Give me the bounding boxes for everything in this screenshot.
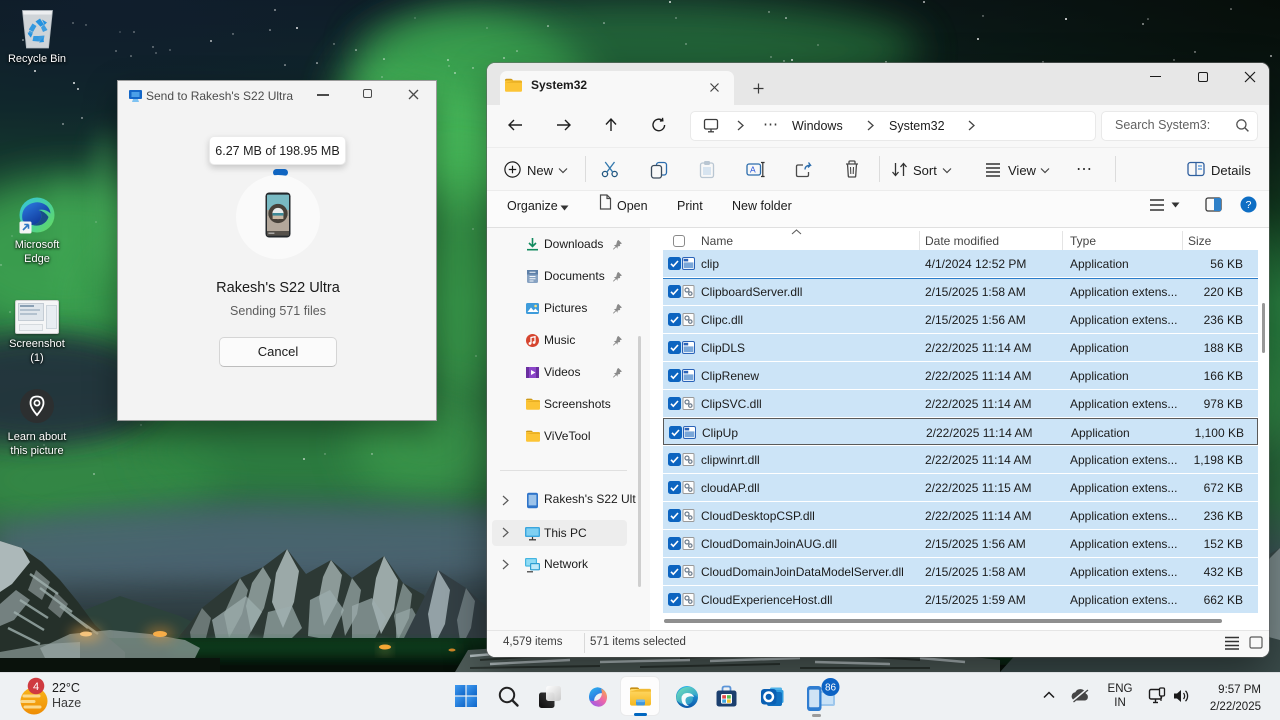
svg-text:4: 4 xyxy=(33,681,39,693)
svg-text:A: A xyxy=(750,165,756,175)
svg-text:?: ? xyxy=(1246,199,1252,211)
svg-text:86: 86 xyxy=(825,683,837,694)
